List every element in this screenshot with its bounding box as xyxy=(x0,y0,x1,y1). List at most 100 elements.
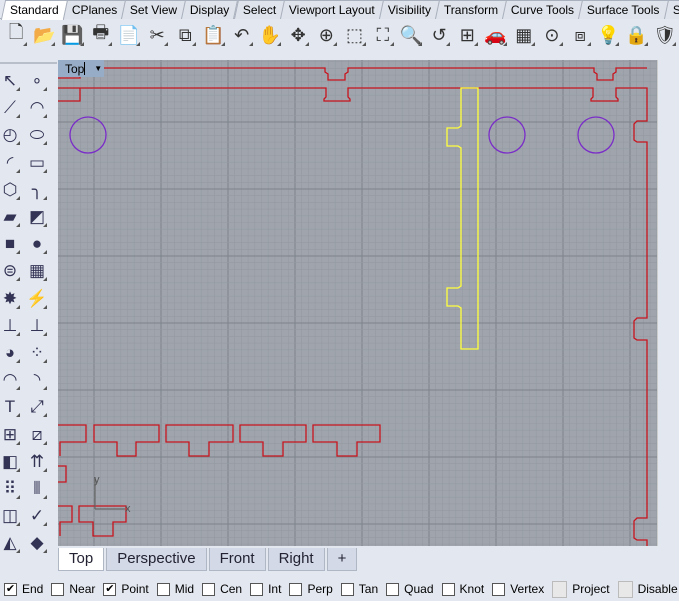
osnap-tan[interactable]: Tan xyxy=(340,582,378,596)
split-icon[interactable]: ⊥ xyxy=(24,313,50,339)
trim-icon[interactable]: ⊥ xyxy=(0,313,23,339)
osnap-quad[interactable]: Quad xyxy=(386,582,434,596)
car-icon[interactable]: 🚗 xyxy=(481,21,509,49)
gumball-icon[interactable]: ⇈ xyxy=(24,449,50,475)
osnap-checkbox[interactable] xyxy=(617,580,633,598)
viewport-tab-right[interactable]: Right xyxy=(267,548,325,571)
viewport-name[interactable]: Top xyxy=(58,62,84,76)
osnap-int[interactable]: Int xyxy=(250,582,281,596)
array-icon[interactable]: ⊞ xyxy=(0,422,23,448)
toolbar-tab[interactable]: Transform xyxy=(434,0,508,19)
cylinder-icon[interactable]: ⊜ xyxy=(0,258,23,284)
toolbar-tab[interactable]: Visibility xyxy=(378,0,440,19)
zoom-extents-icon[interactable]: ⛶ xyxy=(369,21,397,49)
explode-icon[interactable]: ⚡ xyxy=(24,286,50,312)
polyline-icon[interactable]: ⟋ xyxy=(0,95,23,121)
osnap-vertex[interactable]: Vertex xyxy=(492,582,544,596)
arc-icon[interactable]: ◜ xyxy=(0,150,23,176)
osnap-checkbox[interactable] xyxy=(202,582,216,596)
osnap-perp[interactable]: Perp xyxy=(289,582,333,596)
orient-icon[interactable]: ⧄ xyxy=(24,422,50,448)
viewport-canvas[interactable]: y x xyxy=(58,60,658,546)
print-icon[interactable]: 🖶 xyxy=(87,21,115,49)
osnap-checkbox[interactable] xyxy=(51,582,65,596)
osnap-end[interactable]: ✔ End xyxy=(4,582,43,596)
box-icon[interactable]: ■ xyxy=(0,231,23,257)
light-bulb-icon[interactable]: 💡 xyxy=(594,21,622,49)
render-shaded-icon[interactable]: ◭ xyxy=(0,530,23,556)
osnap-checkbox[interactable] xyxy=(441,582,455,596)
zoom-selected-icon[interactable]: 🔍 xyxy=(397,21,425,49)
move-icon[interactable]: ⤢ xyxy=(24,394,50,420)
toolbar-tab[interactable]: Standard xyxy=(0,0,68,20)
rectangle-icon[interactable]: ▭ xyxy=(24,150,50,176)
rotate-view-icon[interactable]: ✥ xyxy=(284,21,312,49)
curve-from-object-icon[interactable]: ◠ xyxy=(0,367,23,393)
top-viewport[interactable]: y x xyxy=(58,60,658,546)
boolean-union-icon[interactable]: ✸ xyxy=(0,286,23,312)
cut-icon[interactable]: ✂ xyxy=(143,21,171,49)
osnap-mid[interactable]: Mid xyxy=(156,582,194,596)
toolbar-tab[interactable]: Surface Tools xyxy=(578,0,669,19)
pan-icon[interactable]: ✋ xyxy=(256,21,284,49)
osnap-near[interactable]: Near xyxy=(51,582,95,596)
surface-corners-icon[interactable]: ▰ xyxy=(0,204,23,230)
circle-icon[interactable]: ◴ xyxy=(0,122,23,148)
osnap-checkbox[interactable]: ✔ xyxy=(4,582,17,596)
render-icon[interactable]: 🛡 xyxy=(651,21,679,49)
osnap-icon[interactable]: ⊙ xyxy=(538,21,566,49)
toolbar-tab[interactable]: Select xyxy=(233,0,285,19)
viewport-tab-front[interactable]: Front xyxy=(208,548,266,571)
osnap-checkbox[interactable] xyxy=(289,582,303,596)
polygon-icon[interactable]: ⬡ xyxy=(0,177,23,203)
analyze-icon[interactable]: ◫ xyxy=(0,503,23,529)
save-icon[interactable]: 💾 xyxy=(58,21,86,49)
copy-icon[interactable]: ⧉ xyxy=(171,21,199,49)
osnap-checkbox[interactable] xyxy=(552,580,568,598)
mesh-icon[interactable]: ▦ xyxy=(24,258,50,284)
undo-icon[interactable]: ↶ xyxy=(228,21,256,49)
paste-icon[interactable]: 📋 xyxy=(199,21,227,49)
add-viewport-tab-button[interactable]: + xyxy=(326,548,358,571)
osnap-checkbox[interactable] xyxy=(492,582,506,596)
lock-icon[interactable]: 🔒 xyxy=(622,21,650,49)
align-icon[interactable]: ⦀ xyxy=(24,476,50,502)
toolbar-tab[interactable]: Set View xyxy=(121,0,187,19)
toolbar-tab[interactable]: CPlanes xyxy=(62,0,127,19)
curve-icon[interactable]: ◠ xyxy=(24,95,50,121)
point-icon[interactable]: ∘ xyxy=(24,68,50,94)
new-icon[interactable]: 🗋 xyxy=(2,21,30,49)
open-icon[interactable]: 📂 xyxy=(30,21,58,49)
select-icon[interactable]: ↖ xyxy=(0,68,23,94)
zoom-window-icon[interactable]: ⬚ xyxy=(340,21,368,49)
viewport-tab-perspective[interactable]: Perspective xyxy=(106,548,207,571)
osnap-checkbox[interactable] xyxy=(340,582,354,596)
check-icon[interactable]: ✓ xyxy=(24,503,50,529)
toolbar-tab[interactable]: Viewport Layout xyxy=(279,0,384,19)
ellipse-icon[interactable]: ⬭ xyxy=(24,122,50,148)
osnap-checkbox[interactable] xyxy=(250,582,264,596)
viewport-title[interactable]: Top ▼ xyxy=(58,60,104,77)
undo-view-icon[interactable]: ↺ xyxy=(425,21,453,49)
object-properties-icon[interactable]: ⧈ xyxy=(566,21,594,49)
osnap-point[interactable]: ✔ Point xyxy=(103,582,149,596)
cplane-icon[interactable]: ▦ xyxy=(510,21,538,49)
osnap-checkbox[interactable] xyxy=(156,582,170,596)
four-viewports-icon[interactable]: ⊞ xyxy=(453,21,481,49)
polar-array-icon[interactable]: ⠿ xyxy=(0,476,23,502)
osnap-cen[interactable]: Cen xyxy=(202,582,242,596)
osnap-project[interactable]: Project xyxy=(552,580,610,598)
zoom-icon[interactable]: ⊕ xyxy=(312,21,340,49)
toolbar-tab[interactable]: Curve Tools xyxy=(502,0,584,19)
osnap-knot[interactable]: Knot xyxy=(441,582,484,596)
viewport-tab-top[interactable]: Top xyxy=(58,548,105,571)
ungroup-icon[interactable]: ⁘ xyxy=(24,340,50,366)
fillet-icon[interactable]: ╮ xyxy=(24,177,50,203)
text-icon[interactable]: T xyxy=(0,394,23,420)
import-icon[interactable]: 📄 xyxy=(115,21,143,49)
group-icon[interactable]: ◕ xyxy=(0,340,23,366)
osnap-checkbox[interactable]: ✔ xyxy=(103,582,117,596)
offset-icon[interactable]: ◝ xyxy=(24,367,50,393)
osnap-checkbox[interactable] xyxy=(386,582,400,596)
osnap-disable[interactable]: Disable xyxy=(617,580,678,598)
